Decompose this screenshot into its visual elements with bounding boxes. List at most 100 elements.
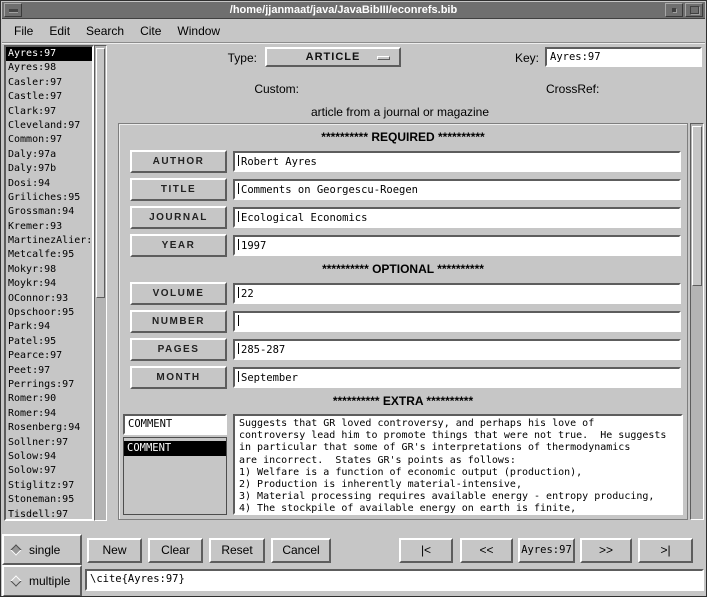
list-item[interactable]: Mokyr:98 [6, 263, 92, 277]
title-field[interactable]: Comments on Georgescu-Roegen [233, 179, 681, 200]
form-scrollbar-thumb[interactable] [692, 126, 702, 286]
journal-field[interactable]: Ecological Economics [233, 207, 681, 228]
list-item[interactable]: Solow:94 [6, 450, 92, 464]
year-field[interactable]: 1997 [233, 235, 681, 256]
mode-multiple[interactable]: multiple [2, 565, 82, 597]
list-scrollbar[interactable] [94, 45, 107, 521]
window-titlebar[interactable]: /home/jjanmaat/java/JavaBibIII/econrefs.… [2, 2, 705, 19]
list-item[interactable]: OConnor:93 [6, 292, 92, 306]
number-row: NUMBER [123, 310, 683, 333]
list-item[interactable]: Peet:97 [6, 364, 92, 378]
text-caret [238, 371, 239, 382]
reference-list[interactable]: Ayres:97Ayres:98Casler:97Castle:97Clark:… [4, 45, 94, 521]
extra-field-options-list[interactable]: COMMENT [123, 437, 227, 515]
iconify-button[interactable] [665, 3, 683, 17]
extra-field-selector-value: COMMENT [128, 418, 172, 430]
custom-label: Custom: [231, 82, 299, 96]
volume-field[interactable]: 22 [233, 283, 681, 304]
type-value: ARTICLE [306, 51, 361, 63]
list-item[interactable]: Sollner:97 [6, 436, 92, 450]
list-item[interactable]: Pearce:97 [6, 349, 92, 363]
list-item[interactable]: Tisdell:97 [6, 508, 92, 522]
current-entry-button[interactable]: Ayres:97 [518, 538, 575, 563]
author-field[interactable]: Robert Ayres [233, 151, 681, 172]
entry-type-description: article from a journal or magazine [108, 105, 692, 119]
author-label: AUTHOR [130, 150, 227, 173]
list-item[interactable]: Stoneman:95 [6, 493, 92, 507]
clear-button[interactable]: Clear [148, 538, 203, 563]
previous-entry-button[interactable]: << [460, 538, 513, 563]
list-item[interactable]: Rosenberg:94 [6, 421, 92, 435]
cite-value: \cite{Ayres:97} [90, 573, 185, 585]
list-item[interactable]: Park:94 [6, 320, 92, 334]
number-label: NUMBER [130, 310, 227, 333]
cite-field[interactable]: \cite{Ayres:97} [85, 569, 704, 591]
list-item[interactable]: Common:97 [6, 133, 92, 147]
maximize-button[interactable] [685, 3, 703, 17]
list-item[interactable]: Romer:94 [6, 407, 92, 421]
extra-section-header: ********** EXTRA ********** [123, 394, 683, 408]
menu-edit[interactable]: Edit [41, 20, 78, 42]
menu-window[interactable]: Window [169, 20, 228, 42]
list-item[interactable]: Kremer:93 [6, 220, 92, 234]
last-entry-button[interactable]: >| [638, 538, 693, 563]
list-item[interactable]: Ayres:98 [6, 61, 92, 75]
single-mode-radio-icon [10, 544, 21, 555]
month-value: September [241, 372, 298, 384]
cancel-button[interactable]: Cancel [271, 538, 331, 563]
list-item[interactable]: Clark:97 [6, 105, 92, 119]
menu-file[interactable]: File [6, 20, 41, 42]
key-field[interactable]: Ayres:97 [545, 47, 702, 67]
list-item[interactable]: Dosi:94 [6, 177, 92, 191]
text-caret [238, 239, 239, 250]
list-item[interactable]: Stiglitz:97 [6, 479, 92, 493]
list-item[interactable]: Metcalfe:95 [6, 248, 92, 262]
iconify-icon [672, 8, 676, 12]
month-field[interactable]: September [233, 367, 681, 388]
text-caret [238, 211, 239, 222]
list-item[interactable]: Casler:97 [6, 76, 92, 90]
next-entry-button[interactable]: >> [580, 538, 632, 563]
menu-bar: FileEditSearchCiteWindow [2, 19, 705, 43]
menu-cite[interactable]: Cite [132, 20, 169, 42]
list-item[interactable]: Moykr:94 [6, 277, 92, 291]
title-row: TITLEComments on Georgescu-Roegen [123, 178, 683, 201]
single-mode-label: single [29, 543, 60, 557]
form-scrollbar[interactable] [690, 123, 704, 520]
extra-field-selector[interactable]: COMMENT [123, 414, 227, 435]
extra-field-option[interactable]: COMMENT [124, 441, 226, 456]
window-menu-button[interactable] [4, 3, 22, 17]
list-item[interactable]: Patel:95 [6, 335, 92, 349]
list-scrollbar-thumb[interactable] [96, 48, 105, 298]
multiple-mode-label: multiple [29, 574, 70, 588]
list-item[interactable]: Castle:97 [6, 90, 92, 104]
number-field[interactable] [233, 311, 681, 332]
list-item[interactable]: Daly:97a [6, 148, 92, 162]
key-label: Key: [499, 51, 539, 65]
first-entry-button[interactable]: |< [399, 538, 453, 563]
list-item[interactable]: Cleveland:97 [6, 119, 92, 133]
list-item[interactable]: Griliches:95 [6, 191, 92, 205]
text-caret [238, 183, 239, 194]
list-item[interactable]: Ayres:97 [6, 47, 92, 61]
pages-row: PAGES285-287 [123, 338, 683, 361]
year-label: YEAR [130, 234, 227, 257]
menu-search[interactable]: Search [78, 20, 132, 42]
optional-section-header: ********** OPTIONAL ********** [123, 262, 683, 276]
list-item[interactable]: Romer:90 [6, 392, 92, 406]
new-button[interactable]: New [87, 538, 142, 563]
list-item[interactable]: Daly:97b [6, 162, 92, 176]
extra-area: COMMENT COMMENT Suggests that GR loved c… [123, 414, 683, 515]
reset-button[interactable]: Reset [209, 538, 265, 563]
type-dropdown[interactable]: ARTICLE [265, 47, 401, 67]
list-item[interactable]: Solow:97 [6, 464, 92, 478]
mode-single[interactable]: single [2, 534, 82, 565]
list-item[interactable]: Grossman:94 [6, 205, 92, 219]
pages-field[interactable]: 285-287 [233, 339, 681, 360]
pages-value: 285-287 [241, 344, 285, 356]
comment-textarea[interactable]: Suggests that GR loved controversy, and … [233, 414, 683, 515]
crossref-label: CrossRef: [546, 82, 626, 96]
list-item[interactable]: Perrings:97 [6, 378, 92, 392]
list-item[interactable]: MartinezAlier:9 [6, 234, 92, 248]
list-item[interactable]: Opschoor:95 [6, 306, 92, 320]
